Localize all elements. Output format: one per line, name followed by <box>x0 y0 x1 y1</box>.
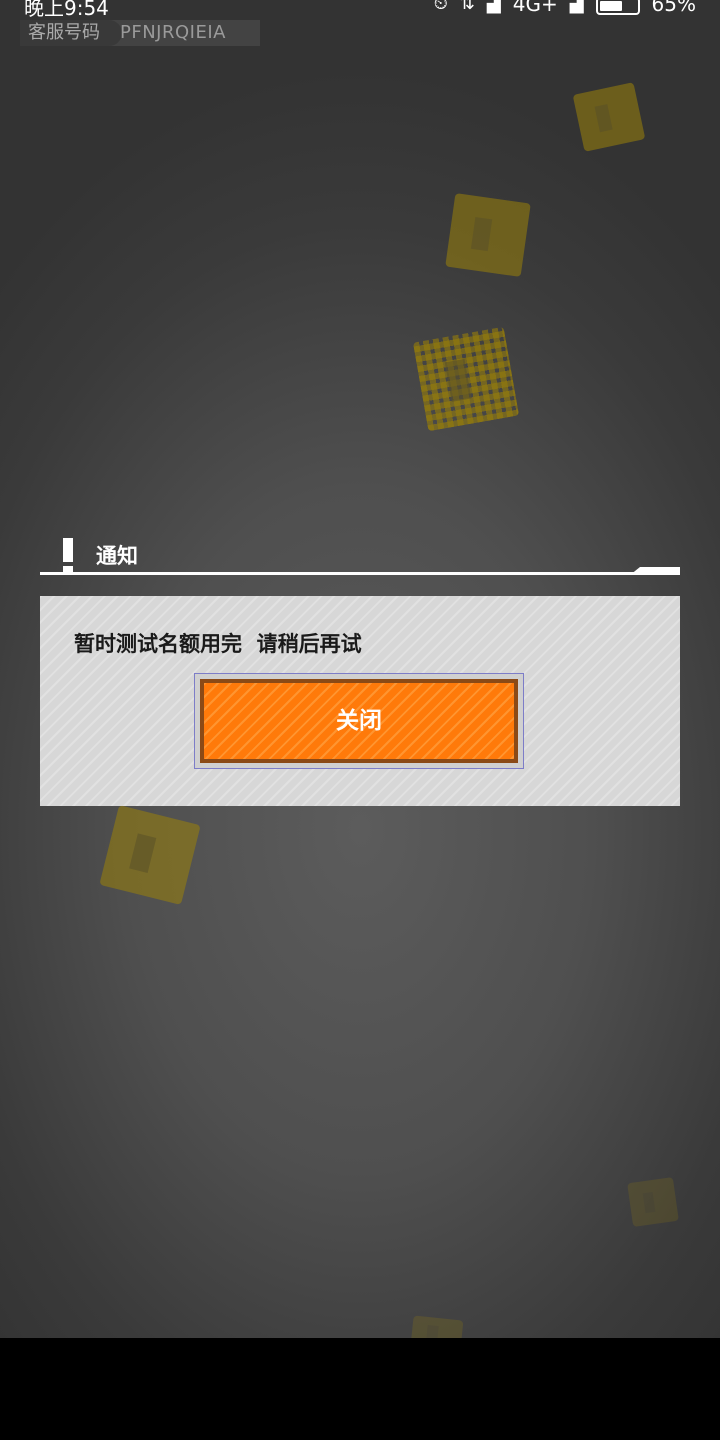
status-time: 晚上9:54 <box>24 0 109 20</box>
dialog-header: 通知 <box>40 536 680 578</box>
signal-icon: ▟ <box>486 0 501 14</box>
dialog-message: 暂时测试名额用完 请稍后再试 <box>74 632 362 656</box>
notice-dialog: 暂时测试名额用完 请稍后再试 关闭 <box>40 596 680 806</box>
exclamation-icon <box>62 538 74 574</box>
close-button[interactable]: 关闭 <box>200 679 518 763</box>
battery-icon <box>595 0 640 15</box>
dialog-title: 通知 <box>96 544 138 568</box>
floating-box-decoration <box>445 193 531 277</box>
service-number-label: 客服号码 <box>20 20 122 46</box>
floating-box-decoration <box>627 1177 679 1227</box>
floating-box-decoration <box>99 805 201 905</box>
dialog-header-tab <box>630 567 680 575</box>
dialog-header-divider <box>40 572 680 575</box>
data-transfer-icon: ⇅ <box>459 0 475 14</box>
status-bar: 晚上9:54 ⏲ ⇅ ▟ 4G+ ▟ 65% <box>0 0 720 20</box>
alarm-icon: ⏲ <box>433 0 448 14</box>
battery-percent: 65% <box>651 0 696 16</box>
floating-box-decoration <box>572 82 646 152</box>
network-type: 4G+ <box>512 0 558 16</box>
service-number-code: PFNJRQIEIA <box>120 22 226 43</box>
status-icons: ⏲ ⇅ ▟ 4G+ ▟ 65% <box>434 0 696 16</box>
signal-icon-2: ▟ <box>569 0 584 14</box>
navigation-bar <box>0 1338 720 1440</box>
floating-box-decoration <box>410 1315 464 1338</box>
close-button-frame: 关闭 <box>194 673 524 769</box>
service-number-bar: 客服号码 PFNJRQIEIA <box>20 20 260 46</box>
game-screen: 晚上9:54 ⏲ ⇅ ▟ 4G+ ▟ 65% 客服号码 PFNJRQIEIA 通… <box>0 0 720 1338</box>
floating-box-decoration <box>412 326 520 432</box>
